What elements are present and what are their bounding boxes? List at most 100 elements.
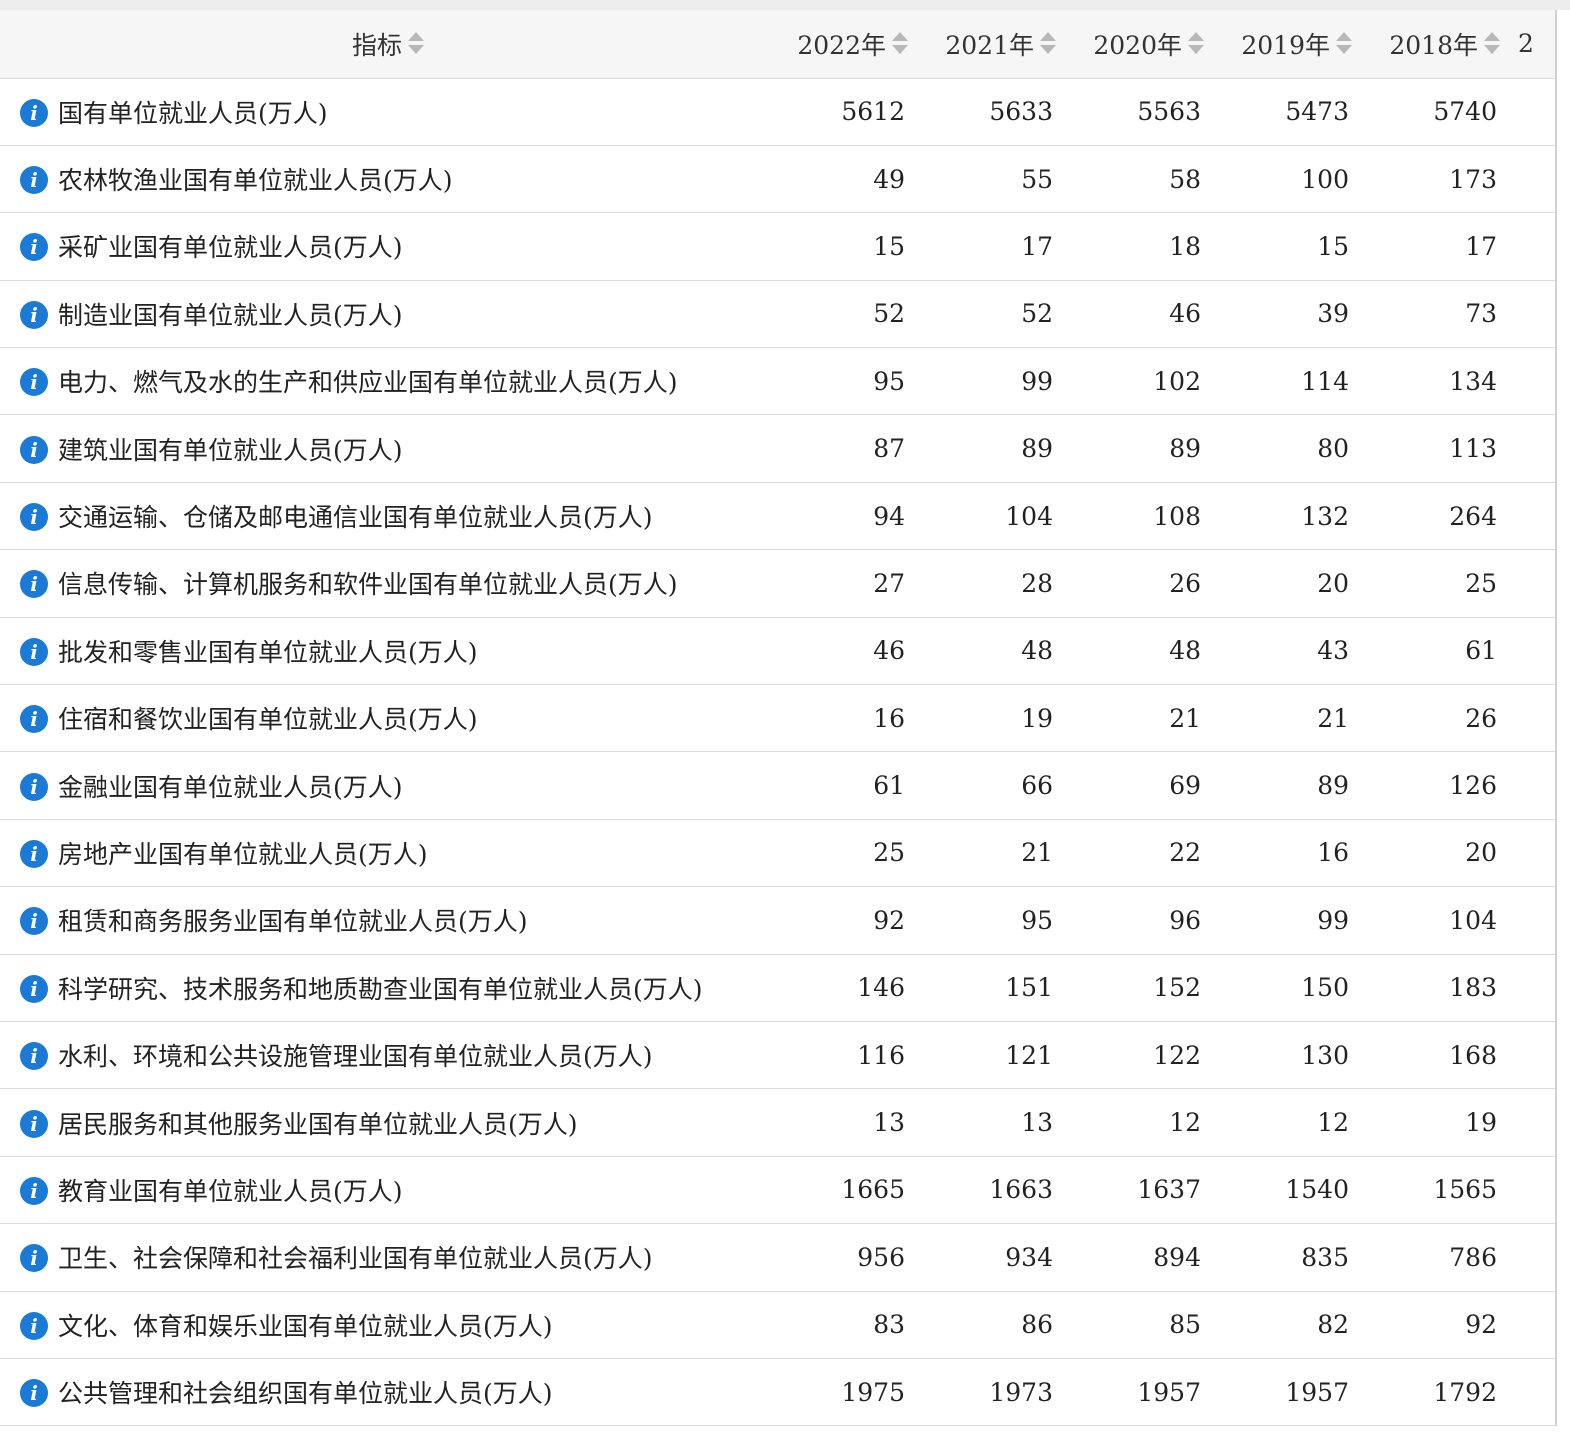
sort-icon[interactable] [1040, 31, 1056, 57]
info-icon[interactable]: i [20, 1244, 48, 1273]
indicator-label: 教育业国有单位就业人员(万人) [58, 1176, 403, 1206]
info-icon[interactable]: i [20, 1311, 48, 1340]
column-header-year[interactable]: 2021年 [918, 10, 1066, 79]
value-cell: 146 [770, 954, 918, 1022]
indicator-label: 建筑业国有单位就业人员(万人) [58, 435, 403, 465]
value-cell: 1957 [1066, 1358, 1214, 1426]
table-row: i 卫生、社会保障和社会福利业国有单位就业人员(万人) 956 934 894 835 78… [0, 1223, 1555, 1292]
value-cell: 89 [918, 414, 1066, 483]
info-icon[interactable]: i [20, 637, 48, 666]
value-cell-truncated [1510, 1088, 1555, 1157]
value-cell: 94 [770, 482, 918, 551]
info-icon[interactable]: i [20, 839, 48, 868]
value-cell: 104 [1362, 886, 1510, 955]
value-cell: 152 [1066, 954, 1214, 1022]
column-header-year[interactable]: 2020年 [1066, 10, 1214, 79]
value-cell: 5740 [1362, 78, 1510, 146]
info-icon[interactable]: i [20, 368, 48, 397]
value-cell-truncated [1510, 886, 1555, 955]
sort-icon[interactable] [408, 31, 425, 57]
indicator-label: 金融业国有单位就业人员(万人) [58, 772, 403, 802]
table-row: i 租赁和商务服务业国有单位就业人员(万人) 92 95 96 99 104 [0, 886, 1555, 955]
value-cell: 102 [1066, 347, 1214, 416]
info-icon[interactable]: i [20, 1379, 48, 1408]
sort-icon[interactable] [1484, 31, 1500, 57]
indicator-cell: i 租赁和商务服务业国有单位就业人员(万人) [0, 886, 770, 955]
value-cell: 96 [1066, 886, 1214, 955]
column-header-indicator[interactable]: 指标 [0, 10, 770, 79]
value-cell: 61 [770, 751, 918, 820]
sort-icon[interactable] [892, 31, 908, 57]
value-cell-truncated [1510, 1358, 1555, 1426]
value-cell-truncated [1510, 1156, 1555, 1225]
value-cell: 5612 [770, 78, 918, 146]
info-icon[interactable]: i [20, 772, 48, 801]
value-cell: 114 [1214, 347, 1362, 416]
info-icon[interactable]: i [20, 300, 48, 329]
column-header-year-truncated[interactable]: 2 [1510, 10, 1555, 79]
info-icon[interactable]: i [20, 233, 48, 262]
value-cell: 20 [1214, 549, 1362, 618]
value-cell: 99 [1214, 886, 1362, 955]
value-cell: 132 [1214, 482, 1362, 551]
column-header-label: 2022年 [797, 30, 886, 60]
column-header-year[interactable]: 2022年 [770, 10, 918, 79]
info-icon[interactable]: i [20, 1176, 48, 1205]
info-icon[interactable]: i [20, 705, 48, 734]
info-icon[interactable]: i [20, 974, 48, 1003]
info-icon[interactable]: i [20, 435, 48, 464]
indicator-cell: i 建筑业国有单位就业人员(万人) [0, 414, 770, 483]
indicator-cell: i 国有单位就业人员(万人) [0, 78, 770, 146]
value-cell-truncated [1510, 347, 1555, 416]
data-table-container[interactable]: 指标 2022年 2021年 2020年 2019年 2018年 2 i 国有单位… [0, 10, 1555, 1426]
indicator-cell: i 教育业国有单位就业人员(万人) [0, 1156, 770, 1225]
info-icon[interactable]: i [20, 166, 48, 195]
value-cell: 22 [1066, 819, 1214, 888]
info-icon[interactable]: i [20, 570, 48, 599]
value-cell: 116 [770, 1021, 918, 1090]
value-cell: 15 [770, 212, 918, 281]
info-icon[interactable]: i [20, 98, 48, 127]
indicator-cell: i 金融业国有单位就业人员(万人) [0, 751, 770, 820]
indicator-cell: i 文化、体育和娱乐业国有单位就业人员(万人) [0, 1291, 770, 1359]
table-row: i 水利、环境和公共设施管理业国有单位就业人员(万人) 116 121 122 130 16… [0, 1021, 1555, 1090]
value-cell-truncated [1510, 1223, 1555, 1292]
indicator-cell: i 房地产业国有单位就业人员(万人) [0, 819, 770, 888]
sort-icon[interactable] [1336, 31, 1352, 57]
value-cell-truncated [1510, 954, 1555, 1022]
info-icon[interactable]: i [20, 907, 48, 936]
column-header-year[interactable]: 2018年 [1362, 10, 1510, 79]
value-cell-truncated [1510, 1021, 1555, 1090]
sort-icon[interactable] [1188, 31, 1204, 57]
value-cell: 48 [918, 617, 1066, 686]
indicator-cell: i 农林牧渔业国有单位就业人员(万人) [0, 145, 770, 214]
value-cell: 104 [918, 482, 1066, 551]
value-cell: 12 [1066, 1088, 1214, 1157]
column-header-year[interactable]: 2019年 [1214, 10, 1362, 79]
value-cell: 92 [1362, 1291, 1510, 1359]
table-row: i 电力、燃气及水的生产和供应业国有单位就业人员(万人) 95 99 102 114 134 [0, 347, 1555, 416]
indicator-cell: i 水利、环境和公共设施管理业国有单位就业人员(万人) [0, 1021, 770, 1090]
value-cell: 66 [918, 751, 1066, 820]
info-icon[interactable]: i [20, 1109, 48, 1138]
indicator-label: 公共管理和社会组织国有单位就业人员(万人) [58, 1379, 553, 1409]
value-cell: 5633 [918, 78, 1066, 146]
value-cell: 786 [1362, 1223, 1510, 1292]
indicator-cell: i 交通运输、仓储及邮电通信业国有单位就业人员(万人) [0, 482, 770, 551]
info-icon[interactable]: i [20, 1042, 48, 1071]
value-cell: 28 [918, 549, 1066, 618]
value-cell: 1565 [1362, 1156, 1510, 1225]
table-right-border [1555, 10, 1557, 1426]
value-cell: 43 [1214, 617, 1362, 686]
table-row: i 教育业国有单位就业人员(万人) 1665 1663 1637 1540 1565 [0, 1156, 1555, 1225]
value-cell: 39 [1214, 280, 1362, 349]
value-cell: 122 [1066, 1021, 1214, 1090]
indicator-label: 房地产业国有单位就业人员(万人) [58, 839, 428, 869]
column-header-label: 2019年 [1241, 30, 1330, 60]
value-cell: 134 [1362, 347, 1510, 416]
info-icon[interactable]: i [20, 503, 48, 532]
value-cell: 183 [1362, 954, 1510, 1022]
value-cell: 15 [1214, 212, 1362, 281]
value-cell: 1975 [770, 1358, 918, 1426]
table-row: i 制造业国有单位就业人员(万人) 52 52 46 39 73 [0, 280, 1555, 349]
